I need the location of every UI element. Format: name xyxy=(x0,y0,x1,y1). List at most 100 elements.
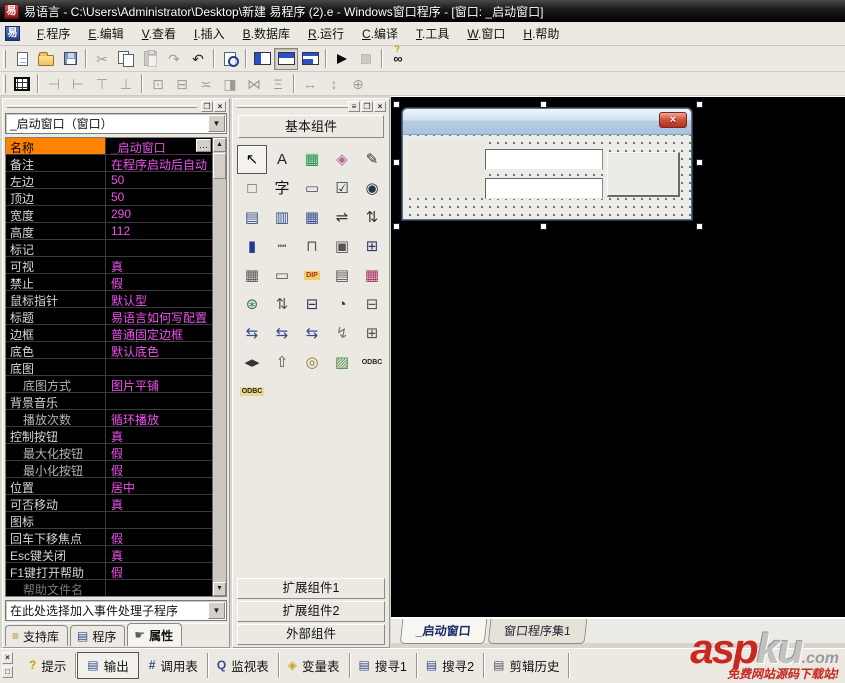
data-grid[interactable]: ⊞ xyxy=(357,319,387,348)
list-box[interactable]: ▤ xyxy=(237,203,267,232)
scroll-down-icon[interactable]: ▼ xyxy=(213,582,226,596)
output-tab-output[interactable]: ▤输出 xyxy=(77,652,138,679)
panel-float-button[interactable]: ❐ xyxy=(201,101,213,112)
panel-close-button[interactable]: × xyxy=(214,101,226,112)
spin-document[interactable]: ⇅ xyxy=(267,290,297,319)
updown-spinner[interactable]: ⇅ xyxy=(357,203,387,232)
property-row[interactable]: 左边50 xyxy=(6,172,212,189)
find-in-program-button[interactable] xyxy=(218,48,242,70)
property-row[interactable]: 帮助文件名 xyxy=(6,580,212,597)
mdi-child-icon[interactable]: 易 xyxy=(5,26,20,41)
property-scrollbar[interactable]: ▲ ▼ xyxy=(212,138,226,596)
property-row[interactable]: 禁止假 xyxy=(6,274,212,291)
tab-control[interactable]: ⊓ xyxy=(297,232,327,261)
new-file-button[interactable] xyxy=(10,48,34,70)
output-restore-button[interactable]: □ xyxy=(2,666,13,678)
property-value[interactable]: 112 xyxy=(106,223,212,239)
grid-table[interactable]: ▦ xyxy=(237,261,267,290)
property-value[interactable]: 真 xyxy=(106,495,212,511)
menu-item-r[interactable]: R.运行 xyxy=(299,22,353,45)
month-calendar[interactable]: ▦ xyxy=(357,261,387,290)
property-row[interactable]: 高度112 xyxy=(6,223,212,240)
menu-item-f[interactable]: F.程序 xyxy=(28,22,79,45)
com-port-plug[interactable]: ↯ xyxy=(327,319,357,348)
property-row[interactable]: 标题易语言如何写配置 xyxy=(6,308,212,325)
output-tab-search2[interactable]: ▤搜寻2 xyxy=(417,653,484,678)
output-tab-tips[interactable]: ?提示 xyxy=(20,653,76,678)
property-row[interactable]: 背景音乐 xyxy=(6,393,212,410)
property-ellipsis-button[interactable]: … xyxy=(196,139,211,152)
scroll-bar[interactable]: ┉ xyxy=(267,232,297,261)
selector-arrow[interactable]: ↖ xyxy=(237,145,267,174)
browser-window[interactable]: ⊞ xyxy=(357,232,387,261)
property-value[interactable]: 真 xyxy=(106,546,212,562)
property-value[interactable]: 在程序启动后自动 xyxy=(106,155,212,171)
property-value[interactable]: 假 xyxy=(106,444,212,460)
property-row[interactable]: 顶边50 xyxy=(6,189,212,206)
selection-handle-mid-right[interactable] xyxy=(696,159,703,166)
menu-item-e[interactable]: E.编辑 xyxy=(79,22,132,45)
event-handler-dropdown[interactable]: 在此处选择加入事件处理子程序 ▼ xyxy=(5,600,227,621)
output-tab-search1[interactable]: ▤搜寻1 xyxy=(350,653,417,678)
property-value[interactable]: 假 xyxy=(106,274,212,290)
selection-handle-top-left[interactable] xyxy=(393,101,400,108)
odbc-connection[interactable]: ODBC xyxy=(357,348,387,377)
property-row[interactable]: 边框普通固定边框 xyxy=(6,325,212,342)
property-row[interactable]: 控制按钮真 xyxy=(6,427,212,444)
property-value[interactable] xyxy=(106,359,212,375)
timer-clock[interactable]: ◔ xyxy=(327,290,357,319)
designed-picture-box[interactable] xyxy=(408,142,484,197)
output-tab-call-table[interactable]: #调用表 xyxy=(140,653,208,678)
selection-handle-top-mid[interactable] xyxy=(540,101,547,108)
client-socket[interactable]: ⇆ xyxy=(237,319,267,348)
property-value[interactable] xyxy=(106,240,212,256)
menu-item-c[interactable]: C.编译 xyxy=(353,22,407,45)
output-close-button[interactable]: × xyxy=(2,652,13,664)
component-group-button-1[interactable]: 扩展组件1 xyxy=(237,578,385,599)
selection-handle-bottom-right[interactable] xyxy=(696,223,703,230)
edit-box[interactable]: ✎ xyxy=(357,145,387,174)
property-row[interactable]: 可视真 xyxy=(6,257,212,274)
network-link[interactable]: ⇆ xyxy=(297,319,327,348)
label-component[interactable]: A xyxy=(267,145,297,174)
property-row[interactable]: 位置居中 xyxy=(6,478,212,495)
property-value[interactable]: 假 xyxy=(106,563,212,579)
property-value[interactable]: 普通固定边框 xyxy=(106,325,212,341)
toolbar-grip[interactable] xyxy=(3,50,6,68)
progress-bar[interactable]: ▮ xyxy=(237,232,267,261)
property-value[interactable]: 假 xyxy=(106,461,212,477)
output-tab-var-table[interactable]: ◈变量表 xyxy=(279,653,350,678)
selection-handle-mid-left[interactable] xyxy=(393,159,400,166)
single-line-edit[interactable]: ▭ xyxy=(267,261,297,290)
toolbar-window[interactable]: ⊟ xyxy=(297,290,327,319)
property-row[interactable]: Esc键关闭真 xyxy=(6,546,212,563)
menu-item-v[interactable]: V.查看 xyxy=(133,22,185,45)
property-row[interactable]: 最大化按钮假 xyxy=(6,444,212,461)
menu-item-h[interactable]: H.帮助 xyxy=(514,22,568,45)
chevron-down-icon[interactable]: ▼ xyxy=(208,602,225,619)
designed-button[interactable] xyxy=(607,152,680,197)
scroll-thumb[interactable] xyxy=(213,153,226,179)
property-row[interactable]: 播放次数循环播放 xyxy=(6,410,212,427)
property-value[interactable]: _启动窗口… xyxy=(106,138,212,154)
animation-box[interactable]: ▣ xyxy=(327,232,357,261)
designer-tab-program-set[interactable]: 窗口程序集1 xyxy=(487,619,586,644)
property-value[interactable]: 真 xyxy=(106,257,212,273)
property-value[interactable]: 50 xyxy=(106,189,212,205)
shape-group[interactable]: ◈ xyxy=(327,145,357,174)
property-row[interactable]: 底色默认底色 xyxy=(6,342,212,359)
save-file-button[interactable] xyxy=(58,48,82,70)
form-designer-canvas[interactable]: × xyxy=(391,96,845,617)
tab-properties[interactable]: ☛属性 xyxy=(127,623,182,646)
selection-handle-bottom-left[interactable] xyxy=(393,223,400,230)
property-row[interactable]: 名称_启动窗口… xyxy=(6,138,212,155)
layout-bottom-panel-button[interactable] xyxy=(298,48,322,70)
property-value[interactable]: 默认底色 xyxy=(106,342,212,358)
property-value[interactable]: 居中 xyxy=(106,478,212,494)
check-box[interactable]: ☑ xyxy=(327,174,357,203)
checklist-box[interactable]: ▦ xyxy=(297,203,327,232)
odbc-database[interactable]: ODBC xyxy=(237,377,267,406)
property-value[interactable] xyxy=(106,512,212,528)
undo-button[interactable]: ↶ xyxy=(186,48,210,70)
property-value[interactable]: 假 xyxy=(106,529,212,545)
